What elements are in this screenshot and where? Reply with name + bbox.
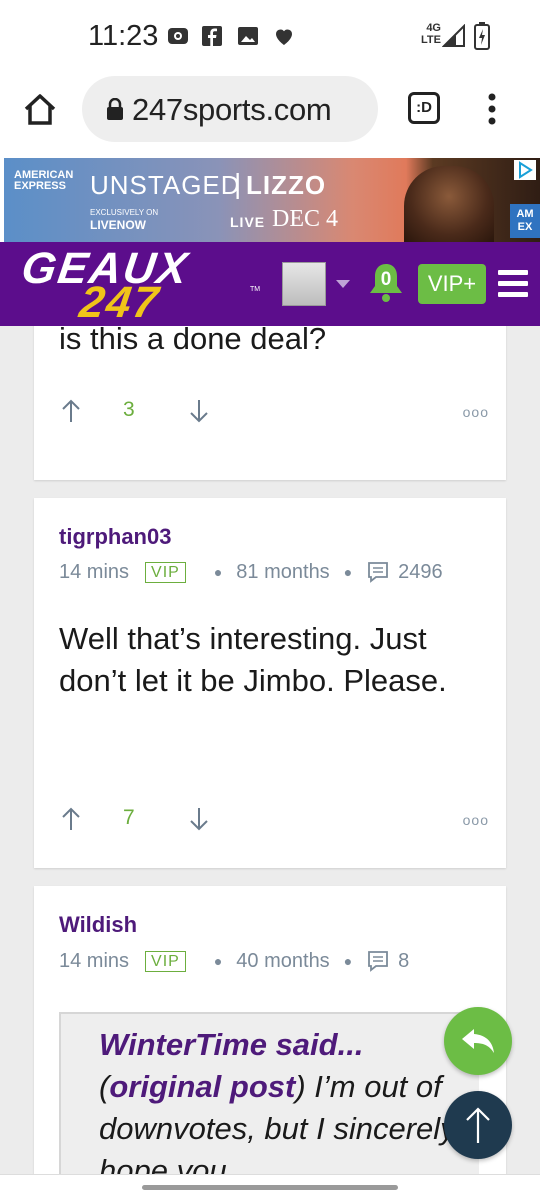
original-post-link[interactable]: original post [109, 1069, 295, 1104]
more-options-icon[interactable]: ooo [463, 404, 489, 420]
image-icon [238, 27, 258, 45]
ad-creative[interactable]: AMERICAN EXPRESS UNSTAGED | LIZZO EXCLUS… [4, 158, 540, 242]
site-header: GEAUX 247 TM 0 VIP+ [0, 242, 540, 327]
status-bar: 11:23 4G LTE [0, 0, 540, 74]
meta-separator: ● [343, 953, 353, 969]
quote-author[interactable]: WinterTime said... [99, 1027, 363, 1062]
reply-icon [462, 1029, 494, 1053]
battery-icon [474, 22, 490, 50]
meta-separator: ● [343, 564, 353, 580]
notification-count: 0 [380, 269, 392, 290]
more-options-icon[interactable]: ooo [463, 812, 489, 828]
network-type: 4G LTE [421, 22, 441, 46]
post-body: is this a done deal? [59, 326, 327, 356]
post-time: 14 mins [59, 560, 130, 583]
home-icon[interactable] [22, 92, 58, 126]
ad-exclusively: EXCLUSIVELY ON [90, 208, 159, 217]
downvote-icon[interactable] [187, 398, 211, 424]
vip-badge: VIP [145, 950, 186, 972]
post-username[interactable]: Wildish [59, 912, 137, 938]
post-meta: 14 mins VIP ● 81 months ● 2496 [59, 560, 443, 584]
ad-artist-photo [404, 166, 494, 242]
upvote-count: 7 [123, 806, 135, 829]
logo-tm: TM [250, 286, 261, 293]
gesture-handle[interactable] [142, 1185, 398, 1190]
vote-bar: 3 ooo [59, 396, 489, 426]
post-count-icon [368, 562, 389, 583]
logo-247: 247 [76, 278, 163, 327]
downvote-icon[interactable] [187, 806, 211, 832]
ad-amex-badge: AM EX [510, 204, 540, 238]
signal-icon [442, 24, 465, 47]
upvote-count: 3 [123, 398, 135, 421]
url-text: 247sports.com [132, 92, 332, 127]
overflow-menu-icon[interactable] [484, 92, 500, 126]
vote-bar: 7 ooo [59, 804, 489, 834]
meta-separator: ● [213, 953, 223, 969]
ad-banner[interactable]: AMERICAN EXPRESS UNSTAGED | LIZZO EXCLUS… [0, 156, 540, 242]
post-count: 8 [398, 949, 410, 972]
ad-campaign: UNSTAGED [90, 170, 241, 200]
tab-switcher-button[interactable]: :D [408, 92, 440, 124]
ad-divider: | [234, 168, 242, 199]
facebook-icon [202, 26, 222, 46]
ad-platform: LIVENOW [90, 218, 146, 232]
post-meta: 14 mins VIP ● 40 months ● 8 [59, 949, 409, 973]
post-time: 14 mins [59, 949, 130, 972]
ad-live: LIVE [230, 214, 266, 230]
lock-icon [107, 98, 123, 120]
member-tenure: 40 months [236, 949, 330, 972]
post-card: is this a done deal? 3 ooo [34, 326, 506, 480]
browser-toolbar: 247sports.com :D [0, 74, 540, 156]
member-tenure: 81 months [236, 560, 330, 583]
arrow-up-icon [466, 1107, 490, 1143]
site-logo[interactable]: GEAUX 247 TM [18, 244, 268, 327]
reply-button[interactable] [444, 1007, 512, 1075]
notifications-button[interactable]: 0 [366, 260, 406, 308]
upvote-icon[interactable] [59, 806, 83, 832]
quoted-post: WinterTime said... (original post) I’m ou… [59, 1012, 479, 1174]
status-time: 11:23 [88, 20, 159, 52]
quote-paren-open: ( [99, 1069, 110, 1104]
post-card: Wildish 14 mins VIP ● 40 months ● 8 Wint… [34, 886, 506, 1174]
cast-icon [168, 28, 188, 44]
meta-separator: ● [213, 564, 223, 580]
vip-badge: VIP [145, 561, 186, 583]
ad-date: DEC 4 [272, 206, 338, 232]
vip-plus-button[interactable]: VIP+ [418, 264, 486, 304]
post-count: 2496 [398, 560, 443, 583]
avatar[interactable] [282, 262, 326, 306]
post-count-icon [368, 951, 389, 972]
upvote-icon[interactable] [59, 398, 83, 424]
hamburger-menu-icon[interactable] [498, 268, 528, 300]
post-card: tigrphan03 14 mins VIP ● 81 months ● 249… [34, 498, 506, 868]
post-username[interactable]: tigrphan03 [59, 524, 171, 550]
heart-icon [276, 29, 292, 45]
ad-choices-icon[interactable] [514, 160, 536, 180]
scroll-to-top-button[interactable] [444, 1091, 512, 1159]
chevron-down-icon[interactable] [334, 278, 352, 290]
post-body: Well that’s interesting. Just don’t let … [59, 621, 447, 698]
quote-text: WinterTime said... (original post) I’m ou… [99, 1024, 469, 1174]
network-label: 4G LTE [407, 22, 441, 52]
ad-artist: LIZZO [246, 170, 327, 200]
ad-brand: AMERICAN EXPRESS [14, 169, 74, 192]
system-nav-bar [0, 1174, 540, 1200]
